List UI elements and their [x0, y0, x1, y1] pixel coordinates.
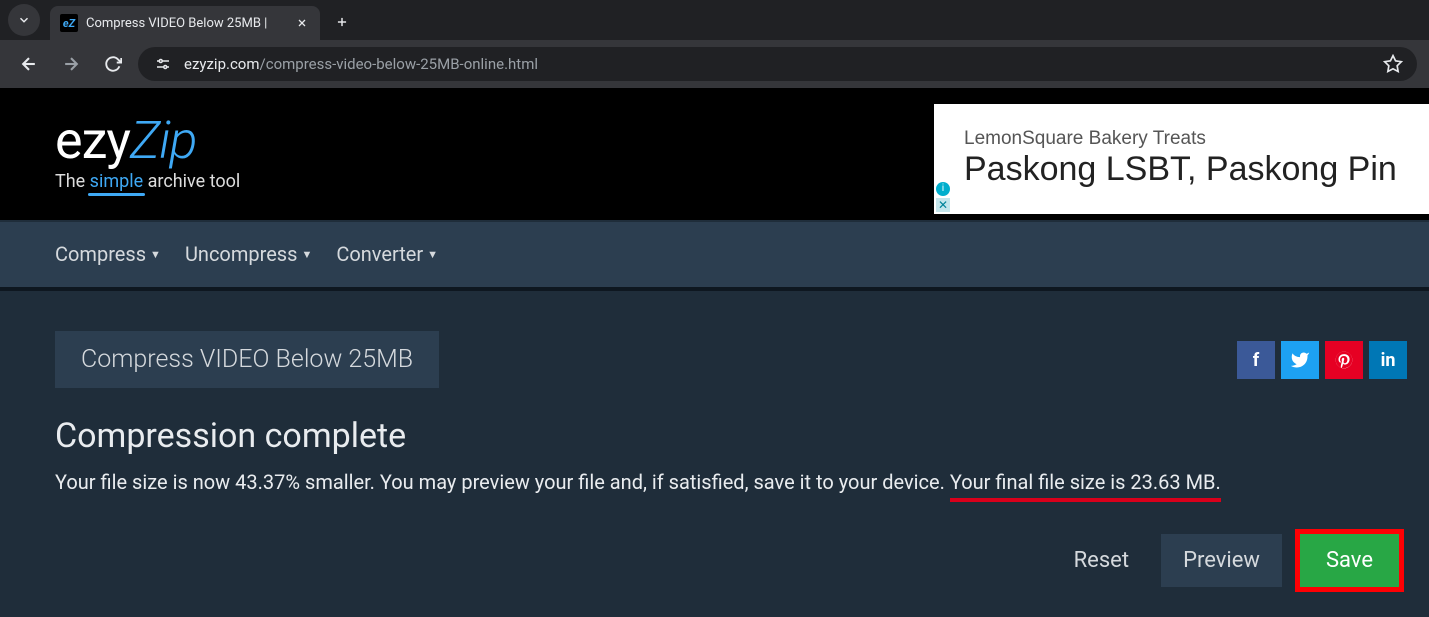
- logo-tagline: The simple archive tool: [55, 171, 240, 192]
- main-content: Compress VIDEO Below 25MB f in Compressi…: [0, 287, 1429, 617]
- result-title: Compression complete: [55, 416, 1399, 456]
- result-text-highlight: Your final file size is 23.63 MB.: [950, 470, 1221, 494]
- logo-part-zip: Zip: [130, 110, 197, 171]
- share-twitter-button[interactable]: [1281, 341, 1319, 379]
- reload-button[interactable]: [96, 47, 130, 81]
- tagline-post: archive tool: [143, 171, 240, 192]
- browser-tab-strip: eZ Compress VIDEO Below 25MB |: [0, 0, 1429, 40]
- back-button[interactable]: [12, 47, 46, 81]
- share-facebook-button[interactable]: f: [1237, 341, 1275, 379]
- favicon-icon: eZ: [60, 14, 78, 32]
- share-pinterest-button[interactable]: [1325, 341, 1363, 379]
- advertisement[interactable]: LemonSquare Bakery Treats Paskong LSBT, …: [934, 104, 1429, 214]
- page-tab-heading: Compress VIDEO Below 25MB: [55, 331, 439, 388]
- browser-tab[interactable]: eZ Compress VIDEO Below 25MB |: [50, 6, 320, 40]
- new-tab-button[interactable]: [326, 6, 358, 38]
- logo-text: ezyZip: [55, 115, 240, 167]
- tab-close-button[interactable]: [294, 15, 310, 31]
- close-icon: [296, 17, 308, 29]
- url-path: /compress-video-below-25MB-online.html: [260, 55, 538, 73]
- tagline-highlight: simple: [90, 171, 143, 192]
- tab-search-button[interactable]: [8, 4, 40, 36]
- adchoices-icon[interactable]: i: [936, 182, 950, 196]
- nav-label-converter: Converter: [336, 242, 423, 266]
- logo-part-ezy: ezy: [55, 110, 130, 171]
- browser-toolbar: ezyzip.com/compress-video-below-25MB-onl…: [0, 40, 1429, 88]
- arrow-right-icon: [61, 54, 81, 74]
- save-button[interactable]: Save: [1300, 534, 1399, 587]
- ad-close-button[interactable]: ✕: [936, 198, 950, 212]
- pinterest-icon: [1334, 350, 1354, 370]
- forward-button[interactable]: [54, 47, 88, 81]
- nav-label-compress: Compress: [55, 242, 146, 266]
- share-linkedin-button[interactable]: in: [1369, 341, 1407, 379]
- address-bar[interactable]: ezyzip.com/compress-video-below-25MB-onl…: [138, 47, 1417, 81]
- ad-line-2: Paskong LSBT, Paskong Pin: [964, 150, 1429, 189]
- bookmark-button[interactable]: [1383, 54, 1403, 74]
- twitter-icon: [1290, 350, 1310, 370]
- nav-item-compress[interactable]: Compress ▼: [55, 242, 161, 266]
- star-icon: [1383, 54, 1403, 74]
- result-text: Your file size is now 43.37% smaller. Yo…: [55, 470, 1399, 494]
- arrow-left-icon: [19, 54, 39, 74]
- nav-label-uncompress: Uncompress: [185, 242, 298, 266]
- result-text-pre: Your file size is now 43.37% smaller. Yo…: [55, 470, 950, 494]
- tab-title: Compress VIDEO Below 25MB |: [86, 16, 286, 31]
- page-content: ezyZip The simple archive tool LemonSqua…: [0, 88, 1429, 617]
- ad-line-1: LemonSquare Bakery Treats: [964, 128, 1429, 150]
- nav-item-uncompress[interactable]: Uncompress ▼: [185, 242, 312, 266]
- page-header: ezyZip The simple archive tool LemonSqua…: [0, 88, 1429, 220]
- caret-down-icon: ▼: [150, 248, 161, 261]
- reload-icon: [104, 55, 122, 73]
- tune-icon: [154, 55, 172, 73]
- url-text: ezyzip.com/compress-video-below-25MB-onl…: [184, 55, 1373, 73]
- caret-down-icon: ▼: [301, 248, 312, 261]
- caret-down-icon: ▼: [427, 248, 438, 261]
- site-logo[interactable]: ezyZip The simple archive tool: [55, 115, 240, 192]
- plus-icon: [335, 15, 349, 29]
- nav-item-converter[interactable]: Converter ▼: [336, 242, 438, 266]
- preview-button[interactable]: Preview: [1161, 534, 1282, 587]
- action-buttons: Reset Preview Save: [55, 534, 1399, 587]
- site-settings-button[interactable]: [152, 53, 174, 75]
- tagline-pre: The: [55, 171, 90, 192]
- share-buttons: f in: [1237, 341, 1407, 379]
- reset-button[interactable]: Reset: [1060, 536, 1143, 585]
- url-domain: ezyzip.com: [184, 55, 260, 73]
- main-nav: Compress ▼ Uncompress ▼ Converter ▼: [0, 220, 1429, 287]
- chevron-down-icon: [17, 13, 31, 27]
